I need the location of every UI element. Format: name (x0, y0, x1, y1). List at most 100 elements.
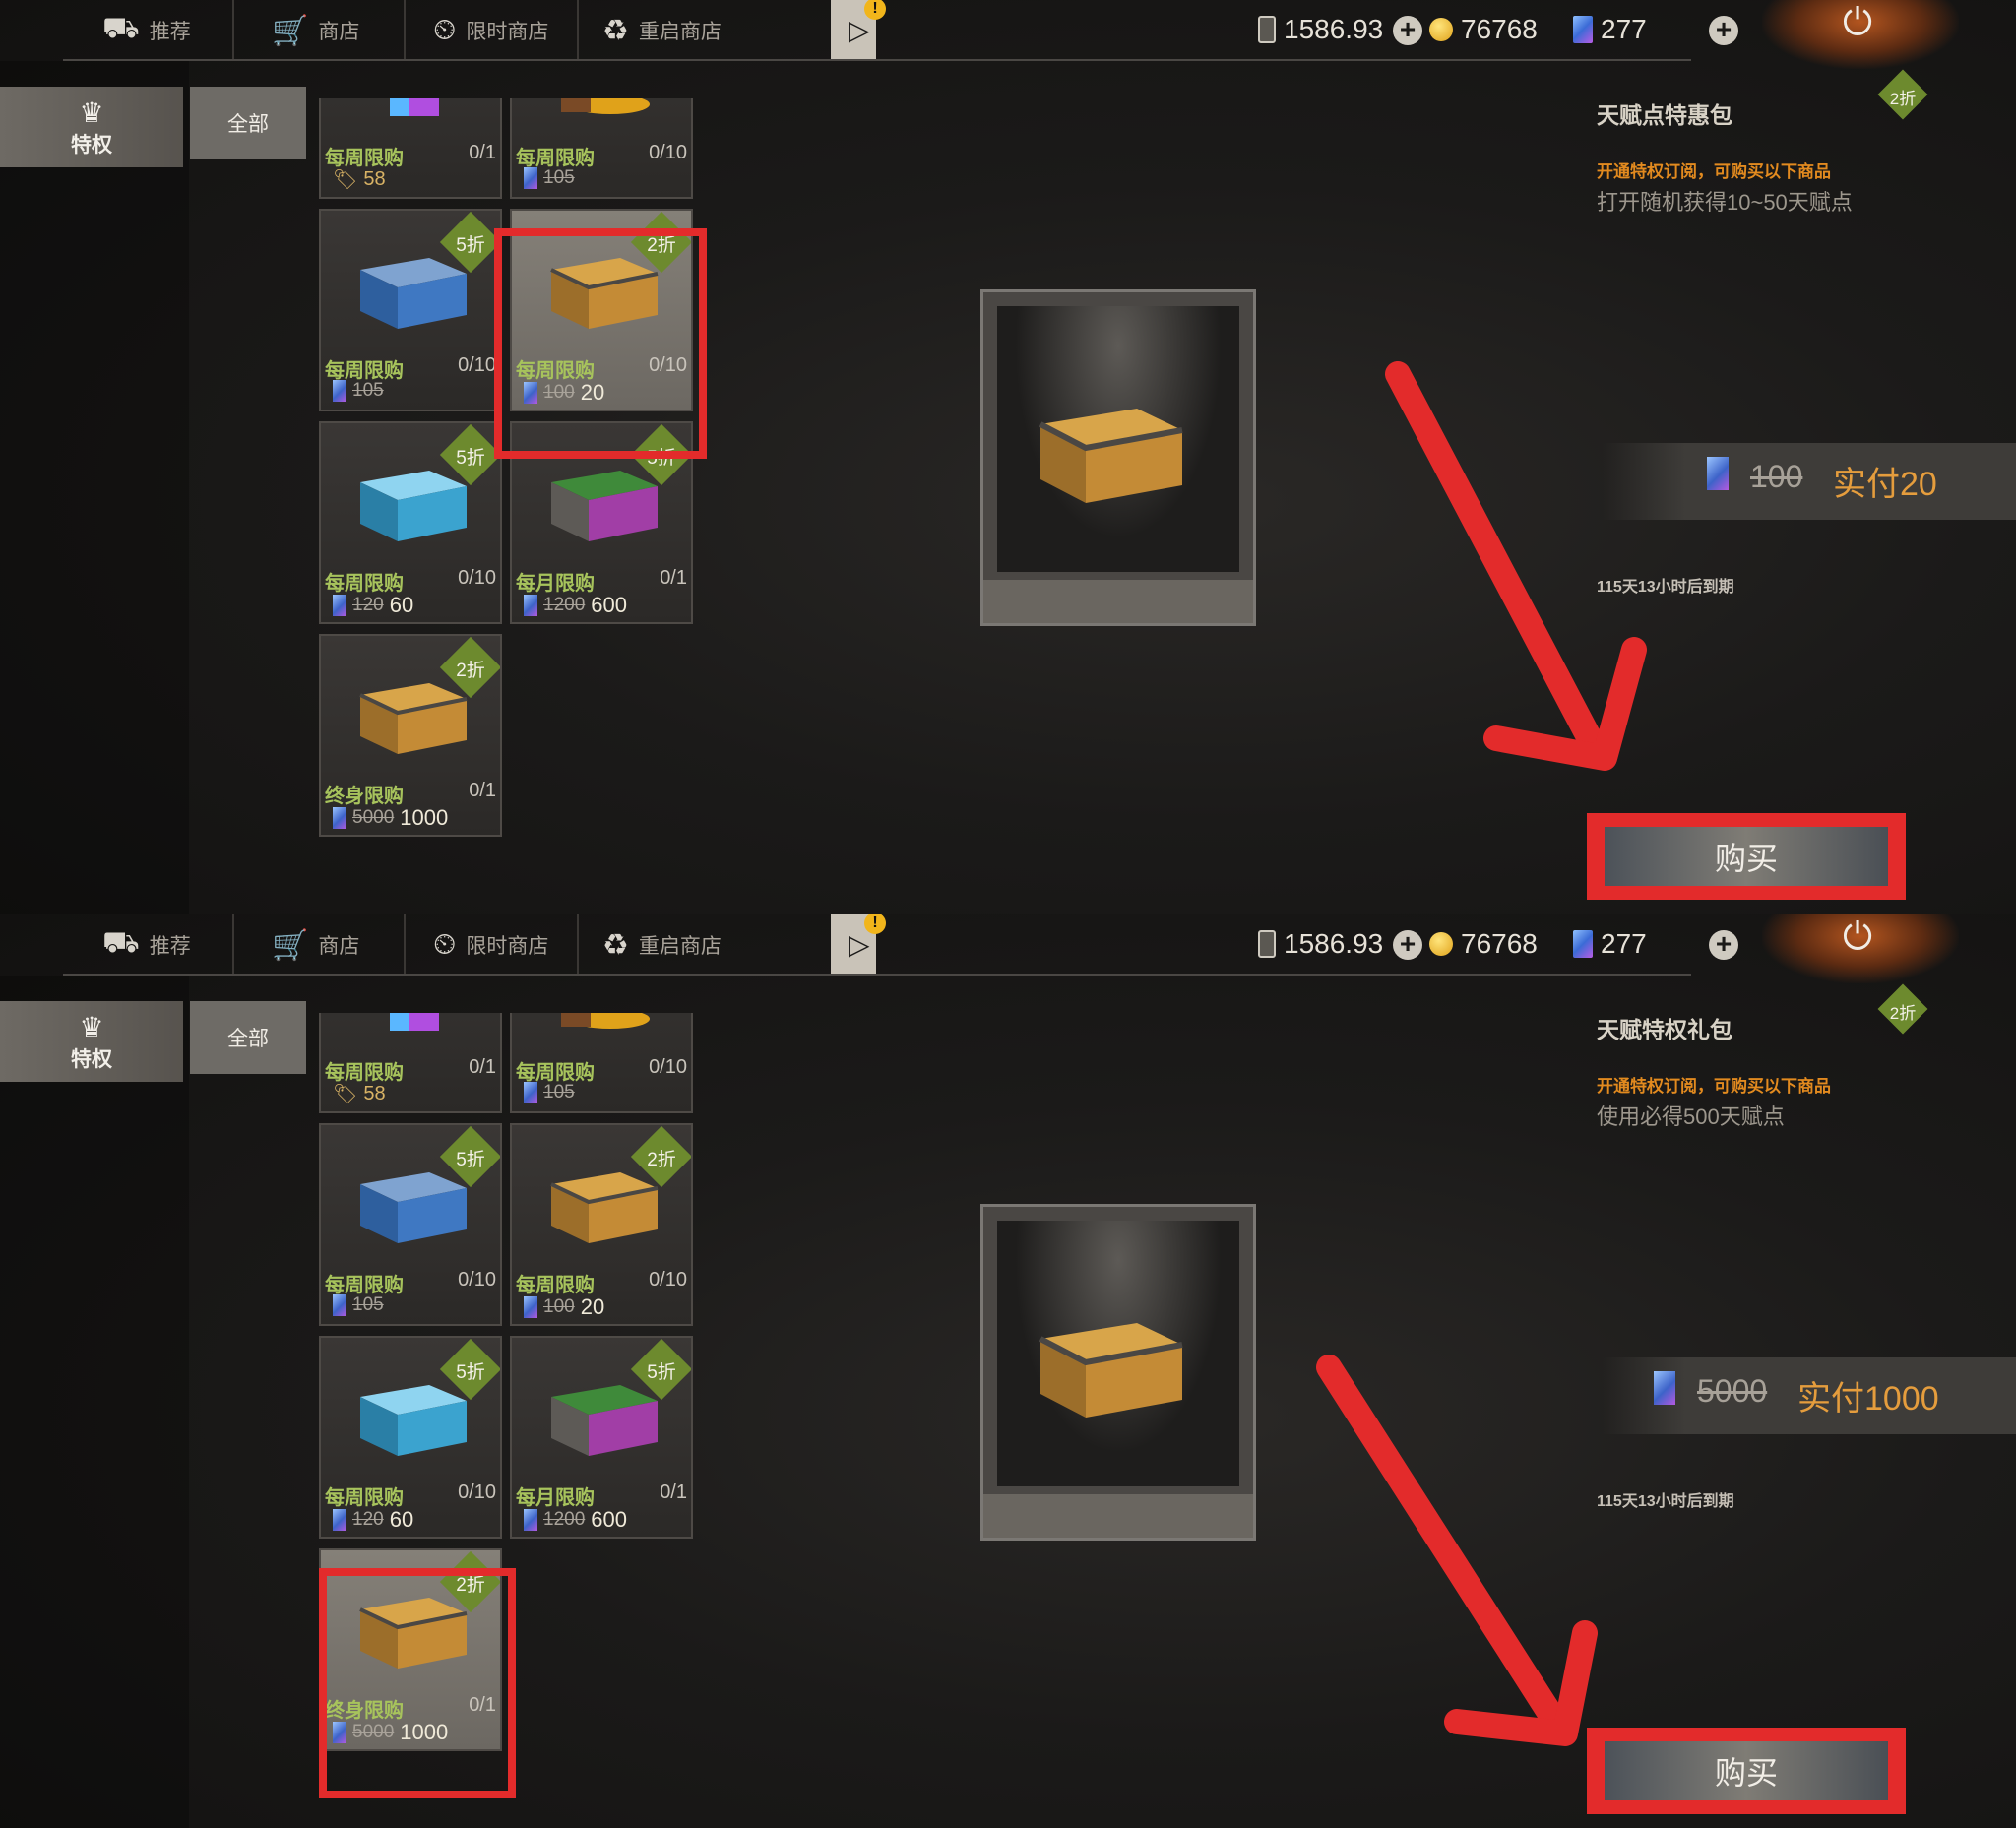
crown-icon: ♛ (79, 1011, 104, 1042)
shop-item[interactable]: 5折 每月限购 0/1 1200 600 (510, 421, 693, 624)
buy-button-highlight: 购买 (1587, 813, 1906, 900)
card-icon (333, 595, 346, 616)
play-arrow-icon: ▷ (849, 929, 870, 960)
shop-item[interactable]: 5折 每月限购 0/1 1200 600 (510, 1336, 693, 1539)
tab-restart-shop[interactable]: ♻ 重启商店 (602, 8, 722, 53)
coin-icon (1429, 932, 1453, 956)
ticket-icon: 🏷 (333, 169, 358, 191)
shop-item[interactable]: 5折 每周限购 0/10 120 60 (319, 1336, 502, 1539)
gold-coins-icon (561, 1013, 650, 1029)
red-arrow-annotation (1385, 361, 1647, 771)
warning-icon: ! (864, 914, 886, 934)
card-icon (524, 1296, 537, 1318)
card-balance: 277 (1573, 14, 1647, 45)
recommend-icon: ⛟ (102, 926, 140, 959)
add-phone-balance-button[interactable]: + (1393, 930, 1422, 960)
shop-item[interactable]: 5折 每周限购 0/10 105 (319, 209, 502, 411)
shop-item[interactable]: 5折 每周限购 0/10 105 (319, 1123, 502, 1326)
add-card-button[interactable]: + (1709, 16, 1738, 45)
card-icon (1573, 16, 1593, 43)
gold-coins-icon (561, 98, 650, 114)
crown-icon: ♛ (79, 96, 104, 128)
sidebar: ♛ 特权 全部 (0, 61, 306, 914)
coin-icon (1429, 18, 1453, 41)
filter-all-button[interactable]: 全部 (190, 1001, 306, 1074)
gold-chest-icon (1039, 1323, 1183, 1418)
card-icon (1654, 1371, 1675, 1405)
tab-limited-shop[interactable]: ⏲ 限时商店 (433, 922, 548, 968)
item-title: 天赋特权礼包 (1597, 1017, 1732, 1042)
card-icon (1707, 457, 1729, 490)
power-button[interactable]: ⏻ (1762, 914, 1959, 983)
card-icon (524, 595, 537, 616)
card-icon (333, 1509, 346, 1531)
expire-text: 115天13小时后到期 (1597, 579, 1734, 596)
expire-text: 115天13小时后到期 (1597, 1493, 1734, 1510)
tab-divider (577, 914, 579, 974)
add-phone-balance-button[interactable]: + (1393, 16, 1422, 45)
card-icon (524, 1082, 537, 1103)
card-icon (333, 1294, 346, 1316)
buy-button-highlight: 购买 (1587, 1728, 1906, 1814)
shop-item[interactable]: 每周限购 0/1 🏷 58 (319, 98, 502, 199)
card-icon (524, 1509, 537, 1531)
phone-balance: 1586.93 (1258, 14, 1383, 45)
shop-item-selected[interactable]: 2折 终身限购 0/1 5000 1000 (319, 1548, 502, 1751)
item-grid: 每周限购 0/1 🏷 58 每周限购 0/10 105 5折 每周限购 0/10 105… (317, 1013, 695, 1820)
more-tab-button[interactable]: ▷! (831, 914, 886, 974)
card-icon (333, 807, 346, 829)
buy-button[interactable]: 购买 (1605, 1741, 1888, 1800)
phone-balance: 1586.93 (1258, 928, 1383, 960)
power-button[interactable]: ⏻ (1762, 0, 1959, 69)
coin-balance: 76768 (1429, 928, 1538, 960)
shop-item[interactable]: 每周限购 0/10 105 (510, 98, 693, 199)
tab-restart-shop[interactable]: ♻ 重启商店 (602, 922, 722, 968)
card-icon (333, 1722, 346, 1743)
item-description: 打开随机获得10~50天赋点 (1597, 190, 1853, 215)
sidebar-item-privilege[interactable]: ♛ 特权 (0, 87, 183, 167)
card-icon (1573, 930, 1593, 958)
shop-item[interactable]: 2折 终身限购 0/1 5000 1000 (319, 634, 502, 837)
item-preview (980, 289, 1256, 626)
buy-button[interactable]: 购买 (1605, 827, 1888, 886)
tab-shop[interactable]: 🛒 商店 (272, 922, 359, 968)
play-arrow-icon: ▷ (849, 15, 870, 45)
sidebar: ♛ 特权 全部 (0, 976, 306, 1828)
price-bar: 100 实付20 (1603, 443, 2016, 520)
tab-recommend[interactable]: ⛟ 推荐 (102, 922, 191, 968)
filter-all-button[interactable]: 全部 (190, 87, 306, 159)
gold-chest-icon (1039, 409, 1183, 503)
tab-recommend[interactable]: ⛟ 推荐 (102, 8, 191, 53)
gift-box-icon (390, 98, 439, 116)
sidebar-item-privilege[interactable]: ♛ 特权 (0, 1001, 183, 1082)
shop-item[interactable]: 每周限购 0/10 105 (510, 1013, 693, 1113)
coin-balance: 76768 (1429, 14, 1538, 45)
red-arrow-annotation (1316, 1355, 1598, 1746)
shop-item[interactable]: 5折 每周限购 0/10 120 60 (319, 421, 502, 624)
tab-divider (232, 914, 234, 974)
subscribe-note: 开通特权订阅，可购买以下商品 (1597, 162, 1831, 181)
tab-limited-shop[interactable]: ⏲ 限时商店 (433, 8, 548, 53)
power-icon: ⏻ (1843, 916, 1873, 958)
card-icon (333, 380, 346, 402)
add-card-button[interactable]: + (1709, 930, 1738, 960)
restart-icon: ♻ (602, 14, 629, 47)
clock-icon: ⏲ (433, 14, 457, 46)
shop-item-selected[interactable]: 2折 每周限购 0/10 100 20 (510, 209, 693, 411)
more-tab-button[interactable]: ▷! (831, 0, 886, 59)
clock-icon: ⏲ (433, 928, 457, 961)
tab-shop[interactable]: 🛒 商店 (272, 8, 359, 53)
shop-panel-bottom: ⛟ 推荐 🛒 商店 ⏲ 限时商店 ♻ 重启商店 ▷! 1586.93 + 76768 2… (0, 914, 2016, 1828)
power-icon: ⏻ (1843, 2, 1873, 43)
restart-icon: ♻ (602, 928, 629, 962)
shop-item[interactable]: 2折 每周限购 0/10 100 20 (510, 1123, 693, 1326)
warning-icon: ! (864, 0, 886, 20)
item-preview (980, 1204, 1256, 1541)
tab-divider (404, 914, 406, 974)
ticket-icon: 🏷 (333, 1084, 358, 1105)
tab-divider (232, 0, 234, 59)
phone-icon (1258, 930, 1276, 958)
cart-icon: 🛒 (272, 928, 309, 962)
item-description: 使用必得500天赋点 (1597, 1104, 1785, 1129)
shop-item[interactable]: 每周限购 0/1 🏷 58 (319, 1013, 502, 1113)
